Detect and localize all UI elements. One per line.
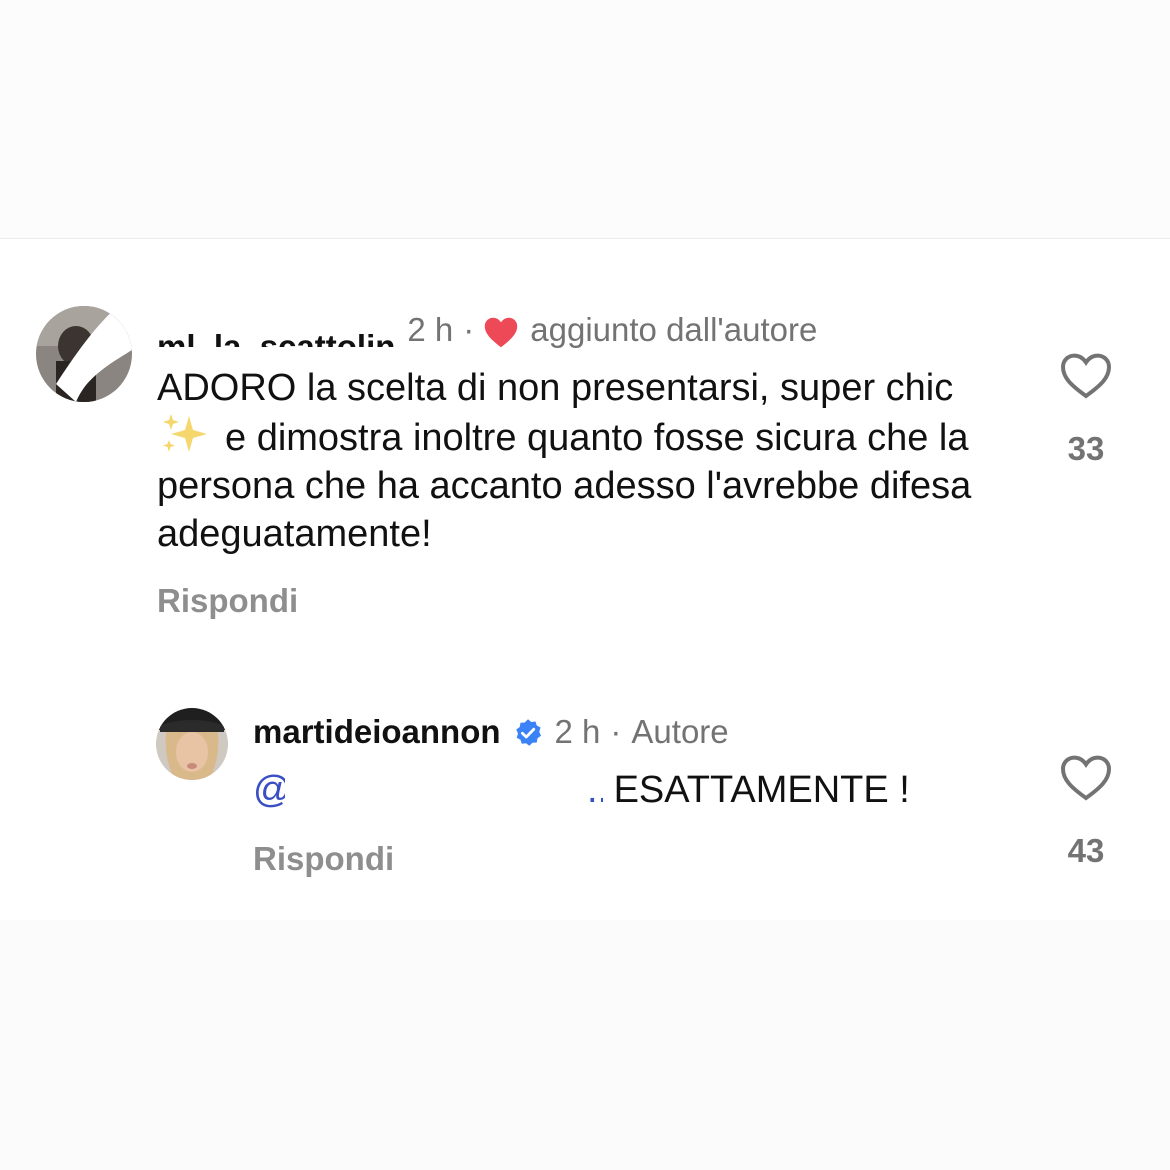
mention-link[interactable]: @..n [253, 766, 603, 814]
comment-time: 2 h [407, 311, 454, 348]
like-count: 33 [1067, 430, 1105, 467]
like-heart-icon[interactable] [1060, 754, 1112, 802]
author-avatar[interactable] [156, 708, 228, 780]
like-count: 43 [1067, 832, 1105, 869]
comment-text-part1: ADORO la scelta di non presentarsi, supe… [157, 367, 954, 409]
commenter-username[interactable]: ml..la..scattolin [157, 321, 395, 347]
author-liked-heart-icon [484, 317, 518, 348]
author-label: Autore [631, 713, 729, 750]
reply-meta: martideioannon 2 h · Autore [253, 712, 729, 752]
mention-tail: ..n [587, 769, 603, 811]
liked-by-author-label: aggiunto dall'autore [530, 311, 818, 348]
comment-meta: ml..la..scattolin 2 h · aggiunto dall'au… [157, 310, 817, 350]
verified-badge-icon [513, 718, 543, 748]
divider [0, 238, 1170, 239]
reply-time: 2 h [554, 713, 601, 750]
reply-text: ESATTAMENTE ! [613, 769, 910, 811]
like-heart-icon[interactable] [1060, 352, 1112, 400]
separator-dot: · [463, 311, 475, 348]
sparkles-icon [159, 412, 211, 456]
redacted-mention [285, 766, 585, 814]
author-username[interactable]: martideioannon [253, 713, 501, 751]
reply-button[interactable]: Rispondi [157, 582, 298, 620]
post-area-top [0, 0, 1170, 238]
comment-text-part2: e dimostra inoltre quanto fosse sicura c… [157, 417, 972, 555]
commenter-avatar[interactable] [36, 306, 132, 402]
reply-body: @..n ESATTAMENTE ! [253, 766, 1013, 816]
reply-button[interactable]: Rispondi [253, 840, 394, 878]
separator-dot: · [610, 713, 622, 750]
comments-area-bottom [0, 920, 1170, 1170]
comment-body: ADORO la scelta di non presentarsi, supe… [157, 364, 1017, 558]
